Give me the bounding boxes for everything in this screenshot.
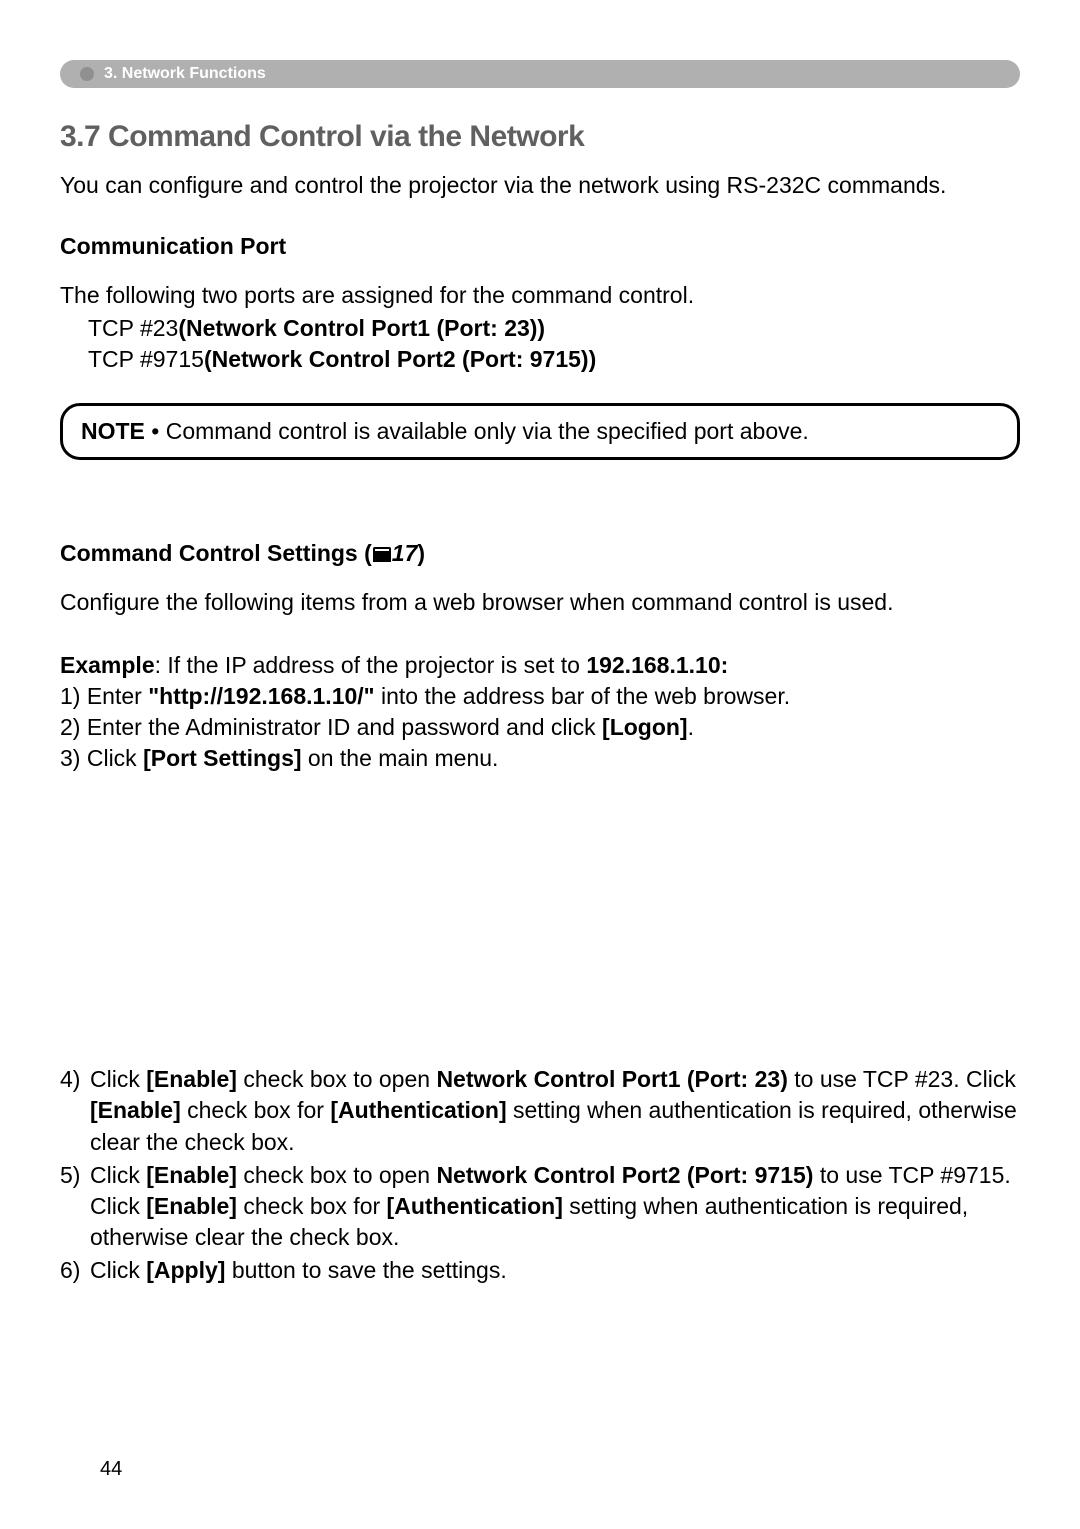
note-text: • Command control is available only via …: [151, 418, 809, 444]
step-5-num: 5): [60, 1160, 90, 1253]
s4-p4: check box for: [181, 1097, 331, 1123]
port-1-prefix: TCP #23: [88, 315, 178, 341]
s6-suffix: button to save the settings.: [225, 1257, 506, 1283]
s5-p4: check box for: [237, 1193, 387, 1219]
port-item-1: TCP #23(Network Control Port1 (Port: 23)…: [88, 313, 1020, 344]
book-reference-icon: [373, 547, 391, 562]
steps-list-lower: 4) Click [Enable] check box to open Netw…: [60, 1064, 1020, 1285]
example-line: Example: If the IP address of the projec…: [60, 650, 1020, 681]
step-5-content: Click [Enable] check box to open Network…: [90, 1160, 1020, 1253]
step-1-suffix: into the address bar of the web browser.: [375, 683, 791, 709]
step-3-suffix: on the main menu.: [302, 745, 499, 771]
example-ip: 192.168.1.10:: [586, 652, 728, 678]
page-number: 44: [100, 1458, 122, 1481]
s4-b4: [Authentication]: [330, 1097, 506, 1123]
s5-b1: [Enable]: [146, 1162, 237, 1188]
communication-port-title: Communication Port: [60, 233, 1020, 260]
settings-title-suffix: ): [417, 540, 425, 566]
breadcrumb-text: 3. Network Functions: [104, 65, 266, 83]
step-1: 1) Enter "http://192.168.1.10/" into the…: [60, 681, 1020, 712]
s5-b3: [Enable]: [146, 1193, 237, 1219]
port-2-prefix: TCP #9715: [88, 346, 204, 372]
breadcrumb-dot-icon: [80, 67, 94, 81]
port-list: TCP #23(Network Control Port1 (Port: 23)…: [88, 313, 1020, 375]
communication-port-intro: The following two ports are assigned for…: [60, 280, 1020, 311]
step-2-num: 2): [60, 714, 80, 740]
step-6: 6) Click [Apply] button to save the sett…: [60, 1255, 1020, 1286]
command-control-settings-title: Command Control Settings ( 17): [60, 540, 1020, 567]
step-1-url: "http://192.168.1.10/": [148, 683, 374, 709]
step-6-num: 6): [60, 1255, 90, 1286]
step-3: 3) Click [Port Settings] on the main men…: [60, 743, 1020, 774]
settings-title-prefix: Command Control Settings (: [60, 540, 372, 566]
step-3-button: [Port Settings]: [143, 745, 301, 771]
section-title: 3.7 Command Control via the Network: [60, 120, 1020, 154]
step-2: 2) Enter the Administrator ID and passwo…: [60, 712, 1020, 743]
s5-p1: Click: [90, 1162, 146, 1188]
step-2-button: [Logon]: [602, 714, 688, 740]
section-intro: You can configure and control the projec…: [60, 170, 1020, 201]
step-4-num: 4): [60, 1064, 90, 1157]
port-1-name: (Network Control Port1 (Port: 23)): [178, 315, 545, 341]
example-text: : If the IP address of the projector is …: [155, 652, 587, 678]
step-3-prefix: Click: [87, 745, 143, 771]
step-2-prefix: Enter the Administrator ID and password …: [87, 714, 602, 740]
s5-p2: check box to open: [237, 1162, 436, 1188]
s4-p1: Click: [90, 1066, 146, 1092]
s5-b2: Network Control Port2 (Port: 9715): [436, 1162, 813, 1188]
s4-b1: [Enable]: [146, 1066, 237, 1092]
note-box: NOTE • Command control is available only…: [60, 403, 1020, 460]
step-3-num: 3): [60, 745, 80, 771]
step-2-suffix: .: [688, 714, 694, 740]
s4-b2: Network Control Port1 (Port: 23): [436, 1066, 787, 1092]
step-6-content: Click [Apply] button to save the setting…: [90, 1255, 1020, 1286]
s4-p2: check box to open: [237, 1066, 436, 1092]
step-1-prefix: Enter: [87, 683, 148, 709]
settings-intro: Configure the following items from a web…: [60, 587, 1020, 618]
s5-b4: [Authentication]: [387, 1193, 563, 1219]
breadcrumb-bar: 3. Network Functions: [60, 60, 1020, 88]
s4-p3: to use TCP #23. Click: [788, 1066, 1016, 1092]
step-4: 4) Click [Enable] check box to open Netw…: [60, 1064, 1020, 1157]
settings-ref-num: 17: [392, 540, 418, 566]
port-item-2: TCP #9715(Network Control Port2 (Port: 9…: [88, 344, 1020, 375]
port-2-name: (Network Control Port2 (Port: 9715)): [204, 346, 596, 372]
step-5: 5) Click [Enable] check box to open Netw…: [60, 1160, 1020, 1253]
step-4-content: Click [Enable] check box to open Network…: [90, 1064, 1020, 1157]
s6-button: [Apply]: [146, 1257, 225, 1283]
step-1-num: 1): [60, 683, 80, 709]
example-block: Example: If the IP address of the projec…: [60, 650, 1020, 774]
note-label: NOTE: [81, 418, 145, 444]
s4-b3: [Enable]: [90, 1097, 181, 1123]
s6-prefix: Click: [90, 1257, 146, 1283]
example-label: Example: [60, 652, 155, 678]
